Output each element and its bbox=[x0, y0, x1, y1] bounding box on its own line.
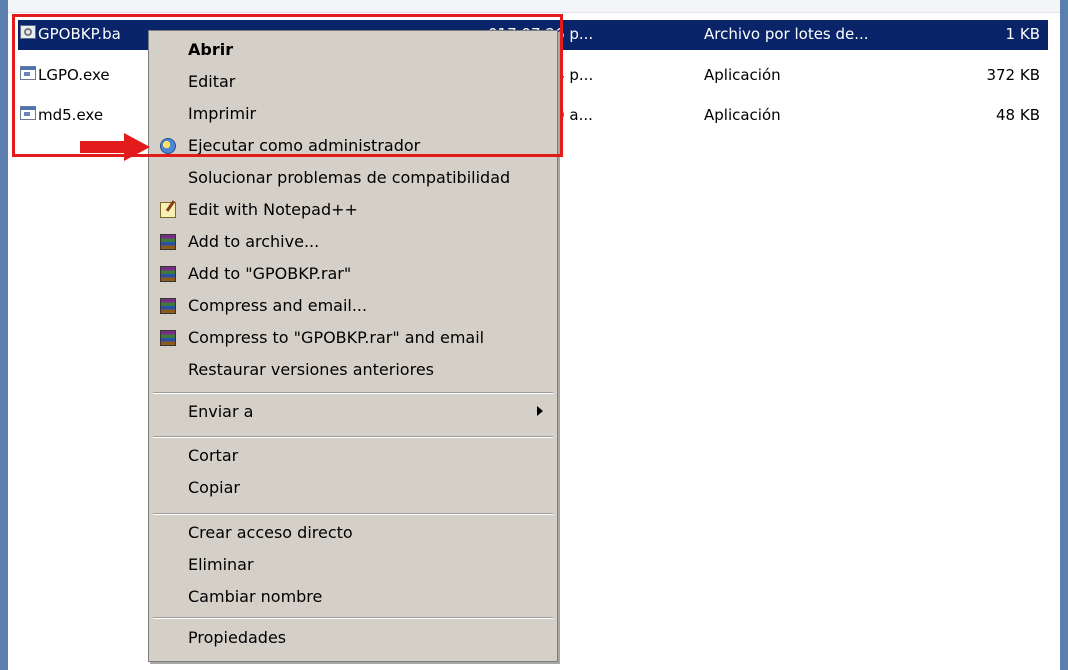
window-left-border bbox=[0, 0, 8, 670]
file-size: 1 KB bbox=[1005, 25, 1040, 43]
submenu-arrow-icon bbox=[537, 406, 543, 416]
menu-item-compress-to-rar-and-email[interactable]: Compress to "GPOBKP.rar" and email bbox=[149, 323, 557, 353]
menu-item-add-to-archive[interactable]: Add to archive... bbox=[149, 227, 557, 257]
file-type: Archivo por lotes de... bbox=[704, 25, 869, 43]
window-right-border bbox=[1060, 0, 1068, 670]
menu-item-label: Restaurar versiones anteriores bbox=[188, 360, 434, 379]
menu-item-label: Eliminar bbox=[188, 555, 254, 574]
menu-item-cortar[interactable]: Cortar bbox=[149, 441, 557, 471]
menu-item-eliminar[interactable]: Eliminar bbox=[149, 550, 557, 580]
menu-item-label: Enviar a bbox=[188, 402, 254, 421]
menu-item-label: Compress and email... bbox=[188, 296, 368, 315]
previous-row-remnant bbox=[8, 0, 1060, 13]
red-arrow-icon bbox=[80, 133, 150, 161]
file-size: 48 KB bbox=[996, 106, 1040, 124]
menu-separator bbox=[153, 617, 553, 619]
winrar-icon bbox=[160, 266, 176, 282]
menu-item-restaurar-versiones[interactable]: Restaurar versiones anteriores bbox=[149, 355, 557, 385]
menu-separator bbox=[153, 392, 553, 394]
menu-item-solucionar-compatibilidad[interactable]: Solucionar problemas de compatibilidad bbox=[149, 163, 557, 193]
file-type: Aplicación bbox=[704, 66, 781, 84]
menu-item-crear-acceso-directo[interactable]: Crear acceso directo bbox=[149, 518, 557, 548]
menu-item-compress-and-email[interactable]: Compress and email... bbox=[149, 291, 557, 321]
menu-item-add-to-gpobkp-rar[interactable]: Add to "GPOBKP.rar" bbox=[149, 259, 557, 289]
menu-item-label: Compress to "GPOBKP.rar" and email bbox=[188, 328, 485, 347]
menu-item-label: Solucionar problemas de compatibilidad bbox=[188, 168, 511, 187]
menu-item-copiar[interactable]: Copiar bbox=[149, 473, 557, 503]
menu-separator bbox=[153, 436, 553, 438]
menu-item-propiedades[interactable]: Propiedades bbox=[149, 623, 557, 653]
winrar-icon bbox=[160, 330, 176, 346]
winrar-icon bbox=[160, 298, 176, 314]
menu-separator bbox=[153, 513, 553, 515]
notepad-plus-plus-icon bbox=[160, 202, 176, 218]
menu-item-edit-notepad[interactable]: Edit with Notepad++ bbox=[149, 195, 557, 225]
menu-item-label: Add to archive... bbox=[188, 232, 320, 251]
menu-item-label: Copiar bbox=[188, 478, 240, 497]
menu-item-label: Add to "GPOBKP.rar" bbox=[188, 264, 352, 283]
winrar-icon bbox=[160, 234, 176, 250]
file-size: 372 KB bbox=[986, 66, 1040, 84]
menu-item-label: Edit with Notepad++ bbox=[188, 200, 358, 219]
file-type: Aplicación bbox=[704, 106, 781, 124]
menu-item-label: Propiedades bbox=[188, 628, 287, 647]
menu-item-cambiar-nombre[interactable]: Cambiar nombre bbox=[149, 582, 557, 612]
menu-item-label: Cortar bbox=[188, 446, 239, 465]
menu-item-label: Cambiar nombre bbox=[188, 587, 323, 606]
menu-item-enviar-a[interactable]: Enviar a bbox=[149, 397, 557, 427]
menu-item-label: Crear acceso directo bbox=[188, 523, 353, 542]
